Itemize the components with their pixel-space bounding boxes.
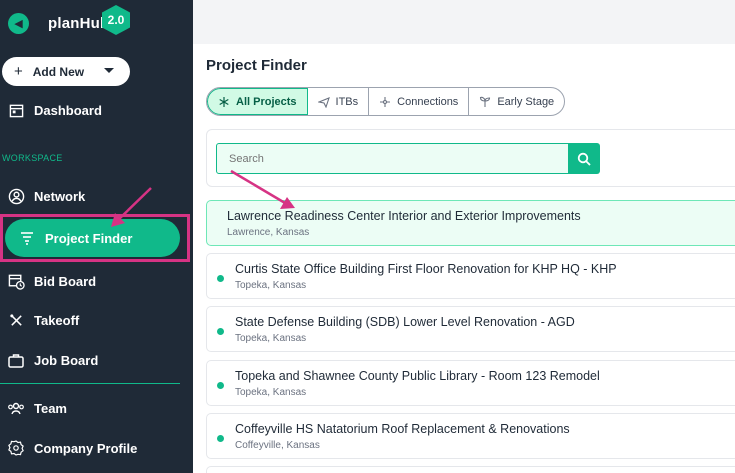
page-title: Project Finder: [206, 57, 307, 74]
project-name: Lawrence Readiness Center Interior and E…: [227, 209, 581, 223]
tab-connections[interactable]: Connections: [369, 88, 470, 115]
sidebar-item-label: Company Profile: [34, 440, 138, 456]
sidebar-item-takeoff[interactable]: Takeoff: [0, 306, 193, 334]
project-tabs: All Projects ITBs Connections Early Stag…: [206, 87, 566, 116]
badge-icon: [7, 439, 25, 457]
tab-label: ITBs: [335, 95, 359, 108]
sidebar-item-label: Network: [34, 188, 86, 204]
sidebar-item-label: Team: [34, 400, 67, 416]
project-name: State Defense Building (SDB) Lower Level…: [235, 315, 575, 329]
project-location: Topeka, Kansas: [235, 280, 307, 291]
logo-row: ◀ planHub 2.0: [0, 0, 193, 44]
sidebar-item-network[interactable]: Network: [0, 182, 193, 210]
sidebar-item-dashboard[interactable]: Dashboard: [0, 96, 193, 124]
status-dot: [217, 275, 224, 282]
asterisk-icon: [218, 96, 230, 108]
chevron-left-icon: ◀: [14, 18, 23, 30]
sidebar-item-label: Takeoff: [34, 312, 80, 328]
tab-label: Connections: [397, 95, 459, 108]
collapse-sidebar-button[interactable]: ◀: [8, 13, 29, 34]
status-dot: [217, 328, 224, 335]
sidebar-item-project-finder[interactable]: Project Finder: [5, 219, 180, 257]
tab-all-projects[interactable]: All Projects: [207, 88, 308, 115]
project-location: Topeka, Kansas: [235, 333, 307, 344]
sidebar-item-company-profile[interactable]: Company Profile: [0, 434, 193, 462]
project-row[interactable]: Coffeyville HS Natatorium Roof Replaceme…: [206, 413, 735, 459]
project-row[interactable]: Topeka and Shawnee County Public Library…: [206, 360, 735, 406]
sprout-icon: [479, 96, 491, 108]
status-dot: [217, 435, 224, 442]
add-new-button[interactable]: + Add New: [2, 57, 130, 86]
sidebar-item-label: Project Finder: [45, 230, 133, 246]
project-name: Coffeyville HS Natatorium Roof Replaceme…: [235, 422, 570, 436]
team-icon: [7, 399, 25, 417]
sidebar-item-label: Bid Board: [34, 273, 97, 289]
sidebar-item-team[interactable]: Team: [0, 394, 193, 422]
tab-early-stage[interactable]: Early Stage: [469, 88, 564, 115]
project-location: Coffeyville, Kansas: [235, 440, 320, 451]
search-icon: [577, 152, 591, 166]
brand-name: planHub: [48, 15, 110, 32]
sidebar-divider: [0, 383, 180, 384]
sidebar-item-bid-board[interactable]: Bid Board: [0, 267, 193, 295]
status-dot: [217, 382, 224, 389]
briefcase-icon: [7, 351, 25, 369]
search-input[interactable]: [216, 143, 569, 174]
calendar-clock-icon: [7, 272, 25, 290]
plus-icon: +: [14, 63, 23, 80]
section-label-workspace: WORKSPACE: [2, 153, 63, 163]
sidebar-item-label: Dashboard: [34, 102, 102, 118]
project-name: Curtis State Office Building First Floor…: [235, 262, 617, 276]
caret-down-icon: [104, 68, 114, 73]
sidebar-item-label: Job Board: [34, 352, 99, 368]
sidebar-item-job-board[interactable]: Job Board: [0, 346, 193, 374]
top-bar: [193, 0, 735, 44]
add-new-label: Add New: [32, 64, 85, 79]
project-row[interactable]: State Defense Building (SDB) Lower Level…: [206, 306, 735, 352]
filter-icon: [19, 230, 35, 246]
tab-itbs[interactable]: ITBs: [308, 88, 370, 115]
tools-icon: [7, 311, 25, 329]
search-button[interactable]: [568, 143, 600, 174]
calendar-icon: [7, 101, 25, 119]
tab-label: Early Stage: [497, 95, 555, 108]
project-row[interactable]: [206, 466, 735, 473]
paper-plane-icon: [317, 96, 330, 108]
project-location: Lawrence, Kansas: [227, 227, 310, 238]
project-row[interactable]: Lawrence Readiness Center Interior and E…: [206, 200, 735, 246]
project-name: Topeka and Shawnee County Public Library…: [235, 369, 600, 383]
sidebar: ◀ planHub 2.0 + Add New Dashboard WORKSP…: [0, 0, 193, 473]
project-row[interactable]: Curtis State Office Building First Floor…: [206, 253, 735, 299]
project-location: Topeka, Kansas: [235, 387, 307, 398]
tab-label: All Projects: [236, 95, 297, 108]
user-circle-icon: [7, 187, 25, 205]
network-nodes-icon: [379, 96, 391, 108]
